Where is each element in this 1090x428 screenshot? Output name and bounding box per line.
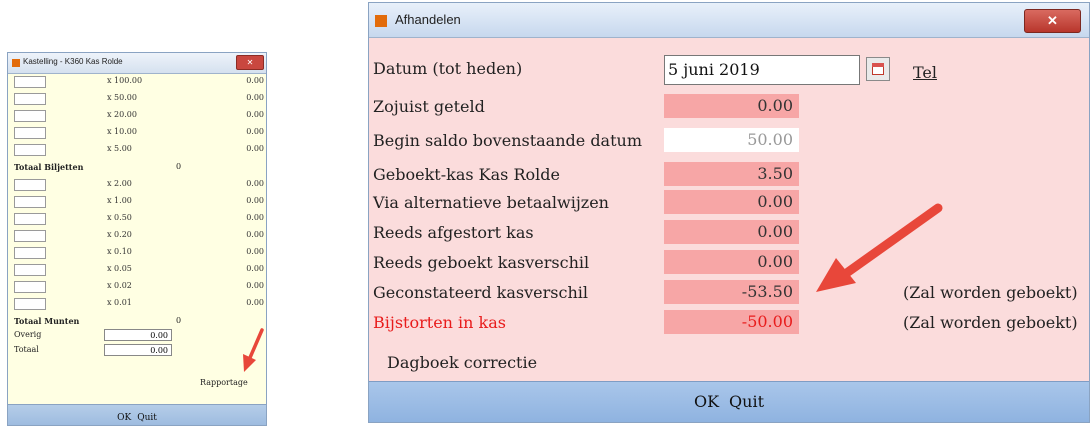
highlight-arrow-large xyxy=(816,203,943,292)
